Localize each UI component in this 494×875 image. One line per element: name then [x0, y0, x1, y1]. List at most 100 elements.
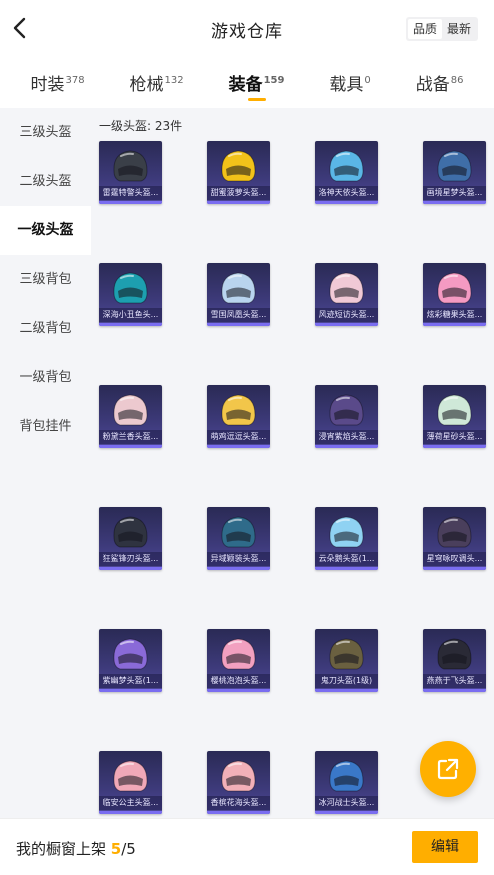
- warehouse-screen: 游戏仓库 品质 最新 时装378 枪械132 装备159 载具0 战备86 三级…: [0, 0, 494, 875]
- helmet-icon: [221, 760, 256, 792]
- helmet-item-name: 樱桃泡泡头盔...: [207, 674, 270, 688]
- helmet-icon: [329, 760, 364, 792]
- showcase-status: 我的橱窗上架 5/5: [16, 838, 136, 859]
- helmet-item-card[interactable]: 紫幽梦头盔(1...: [99, 629, 162, 692]
- helmet-item-card[interactable]: 雷霆特警头盔...: [99, 141, 162, 204]
- helmet-icon: [221, 638, 256, 670]
- helmet-item-name: 炫彩糖果头盔...: [423, 308, 486, 322]
- helmet-item-name: 云朵鹅头盔(1...: [315, 552, 378, 566]
- helmet-item-card[interactable]: 风迹短访头盔...: [315, 263, 378, 326]
- helmet-item-card[interactable]: 樱桃泡泡头盔...: [207, 629, 270, 692]
- showcase-total-count: /5: [121, 840, 136, 858]
- helmet-item-card[interactable]: 异域颖装头盔...: [207, 507, 270, 570]
- sidebar-item-level2-backpack[interactable]: 二级背包: [0, 304, 91, 353]
- tab-label: 装备: [228, 75, 263, 95]
- helmet-item-name: 风迹短访头盔...: [315, 308, 378, 322]
- showcase-label: 我的橱窗上架: [16, 840, 107, 858]
- helmet-item-name: 洛神天依头盔...: [315, 186, 378, 200]
- helmet-item-name: 画境星梦头盔...: [423, 186, 486, 200]
- tab-fashion[interactable]: 时装378: [30, 58, 84, 106]
- showcase-current-count: 5: [110, 840, 122, 858]
- sidebar-item-level2-helmet[interactable]: 二级头盔: [0, 157, 91, 206]
- helmet-item-name: 雷霆特警头盔...: [99, 186, 162, 200]
- helmet-item-card[interactable]: 画境星梦头盔...: [423, 141, 486, 204]
- helmet-item-card[interactable]: 萌鸡逗逗头盔...: [207, 385, 270, 448]
- helmet-item-name: 薄荷星砂头盔...: [423, 430, 486, 444]
- tab-count: 86: [450, 75, 464, 87]
- tab-count: 159: [263, 75, 285, 87]
- helmet-item-name: 异域颖装头盔...: [207, 552, 270, 566]
- bottom-bar: 我的橱窗上架 5/5 编辑: [0, 818, 494, 875]
- helmet-item-card[interactable]: 冰河战士头盔...: [315, 751, 378, 814]
- helmet-item-name: 临安公主头盔...: [99, 796, 162, 810]
- helmet-icon: [113, 760, 148, 792]
- tab-count: 378: [65, 75, 85, 87]
- helmet-icon: [329, 638, 364, 670]
- item-grid: 雷霆特警头盔... 甜蜜菠萝头盔... 洛神天依头盔... 画境星梦头盔... 深海小丑…: [99, 141, 489, 814]
- helmet-icon: [329, 394, 364, 426]
- helmet-icon: [113, 272, 148, 304]
- helmet-icon: [113, 150, 148, 182]
- helmet-item-name: 冰河战士头盔...: [315, 796, 378, 810]
- helmet-icon: [437, 394, 472, 426]
- tab-vehicles[interactable]: 载具0: [329, 58, 370, 106]
- helmet-item-name: 紫幽梦头盔(1...: [99, 674, 162, 688]
- helmet-item-name: 粉黛兰香头盔...: [99, 430, 162, 444]
- helmet-item-card[interactable]: 云朵鹅头盔(1...: [315, 507, 378, 570]
- helmet-icon: [437, 150, 472, 182]
- helmet-item-name: 深海小丑鱼头...: [99, 308, 162, 322]
- helmet-item-card[interactable]: 雪国凤凰头盔...: [207, 263, 270, 326]
- tab-label: 枪械: [129, 75, 164, 95]
- helmet-icon: [437, 272, 472, 304]
- tab-label: 时装: [30, 75, 65, 95]
- helmet-item-card[interactable]: 深海小丑鱼头...: [99, 263, 162, 326]
- helmet-item-card[interactable]: 洛神天依头盔...: [315, 141, 378, 204]
- section-heading: 一级头盔: 23件: [99, 119, 183, 133]
- external-link-icon: [437, 758, 459, 780]
- item-content: 一级头盔: 23件 雷霆特警头盔... 甜蜜菠萝头盔... 洛神天依头盔... 画境星…: [91, 108, 494, 818]
- helmet-icon: [221, 272, 256, 304]
- sidebar-item-backpack-pendant[interactable]: 背包挂件: [0, 402, 91, 451]
- helmet-item-name: 香槟花海头盔...: [207, 796, 270, 810]
- active-tab-indicator: [247, 98, 266, 101]
- helmet-item-card[interactable]: 炫彩糖果头盔...: [423, 263, 486, 326]
- sort-quality-option[interactable]: 品质: [407, 19, 442, 39]
- helmet-item-card[interactable]: 浸宵紫焰头盔...: [315, 385, 378, 448]
- category-tabs: 时装378 枪械132 装备159 载具0 战备86: [0, 58, 494, 106]
- tab-guns[interactable]: 枪械132: [130, 58, 184, 106]
- sidebar-item-level1-backpack[interactable]: 一级背包: [0, 353, 91, 402]
- helmet-item-card[interactable]: 粉黛兰香头盔...: [99, 385, 162, 448]
- helmet-item-name: 狂鲨锋刃头盔...: [99, 552, 162, 566]
- helmet-item-name: 浸宵紫焰头盔...: [315, 430, 378, 444]
- sidebar: 三级头盔 二级头盔 一级头盔 三级背包 二级背包 一级背包 背包挂件: [0, 108, 91, 818]
- share-button[interactable]: [420, 741, 476, 797]
- helmet-item-card[interactable]: 燕燕于飞头盔...: [423, 629, 486, 692]
- helmet-icon: [221, 150, 256, 182]
- helmet-item-card[interactable]: 薄荷星砂头盔...: [423, 385, 486, 448]
- helmet-item-name: 萌鸡逗逗头盔...: [207, 430, 270, 444]
- helmet-icon: [113, 394, 148, 426]
- helmet-item-card[interactable]: 甜蜜菠萝头盔...: [207, 141, 270, 204]
- helmet-icon: [437, 638, 472, 670]
- helmet-icon: [437, 516, 472, 548]
- helmet-item-card[interactable]: 星穹咏叹调头...: [423, 507, 486, 570]
- sidebar-item-level3-backpack[interactable]: 三级背包: [0, 255, 91, 304]
- helmet-icon: [221, 394, 256, 426]
- sort-latest-option[interactable]: 最新: [442, 19, 476, 39]
- helmet-item-card[interactable]: 狂鲨锋刃头盔...: [99, 507, 162, 570]
- helmet-item-card[interactable]: 鬼刀头盔(1级): [315, 629, 378, 692]
- sidebar-item-level1-helmet[interactable]: 一级头盔: [0, 206, 91, 255]
- helmet-icon: [329, 150, 364, 182]
- tab-equipment[interactable]: 装备159: [228, 58, 285, 106]
- sort-toggle: 品质 最新: [405, 17, 478, 41]
- tab-supplies[interactable]: 战备86: [416, 58, 464, 106]
- helmet-icon: [329, 272, 364, 304]
- helmet-item-card[interactable]: 临安公主头盔...: [99, 751, 162, 814]
- helmet-icon: [221, 516, 256, 548]
- helmet-icon: [329, 516, 364, 548]
- helmet-item-name: 甜蜜菠萝头盔...: [207, 186, 270, 200]
- edit-button[interactable]: 编辑: [412, 831, 478, 863]
- sidebar-item-level3-helmet[interactable]: 三级头盔: [0, 108, 91, 157]
- helmet-item-card[interactable]: 香槟花海头盔...: [207, 751, 270, 814]
- top-bar: 游戏仓库 品质 最新: [0, 0, 494, 58]
